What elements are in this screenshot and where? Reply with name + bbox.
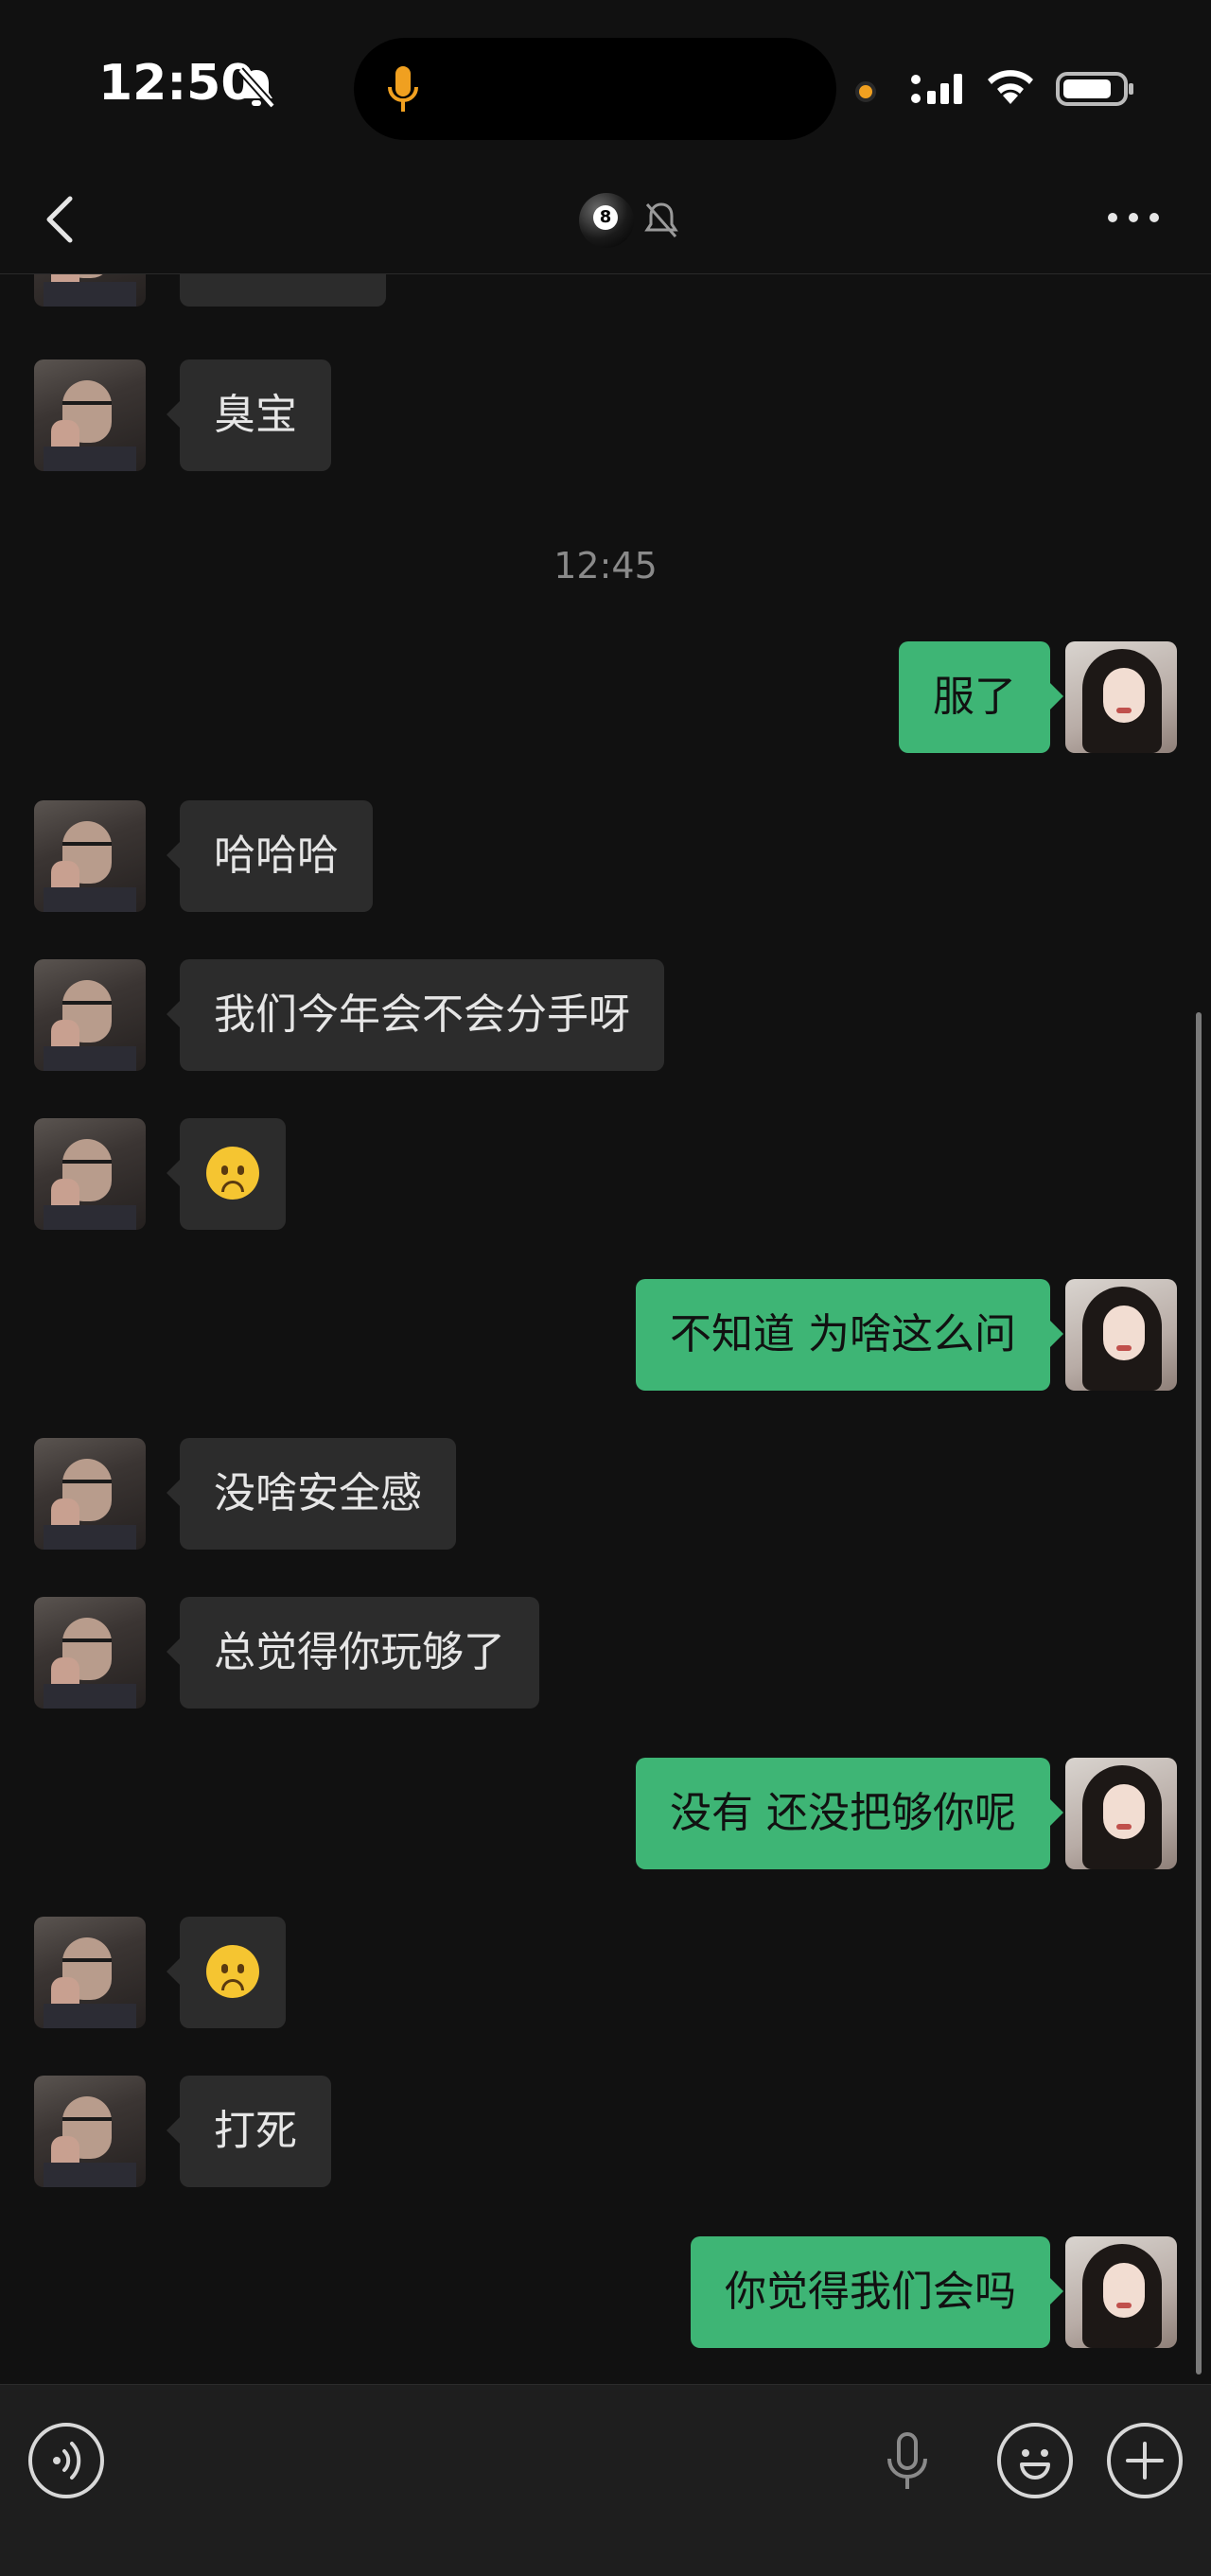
dynamic-island xyxy=(354,38,836,140)
my-avatar[interactable] xyxy=(1065,641,1177,753)
chat-timestamp: 12:45 xyxy=(553,545,658,587)
message-bubble[interactable]: 臭宝 xyxy=(167,359,331,471)
message-row: 没有 还没把够你呢 xyxy=(0,1758,1211,1871)
message-bubble[interactable]: 我们今年会不会分手呀 xyxy=(167,959,664,1071)
contact-avatar[interactable] xyxy=(34,1118,146,1230)
message-row: 打死 xyxy=(0,2076,1211,2189)
message-row-cut-off xyxy=(0,274,1211,308)
chat-muted-icon xyxy=(644,202,678,237)
sad-emoji-icon xyxy=(206,1945,259,1998)
signal-icon xyxy=(911,74,962,104)
message-bubble[interactable]: 总觉得你玩够了 xyxy=(167,1597,539,1709)
more-icon[interactable] xyxy=(1105,208,1162,227)
back-icon[interactable] xyxy=(42,191,79,248)
status-time: 12:50 xyxy=(98,55,255,112)
message-bubble-emoji[interactable] xyxy=(167,1917,286,2028)
message-row: 哈哈哈 xyxy=(0,800,1211,914)
contact-avatar[interactable] xyxy=(34,2076,146,2187)
chat-header: 8 xyxy=(0,170,1211,274)
emoji-button[interactable] xyxy=(997,2423,1073,2498)
plus-button[interactable] xyxy=(1107,2423,1183,2498)
my-avatar[interactable] xyxy=(1065,1279,1177,1391)
contact-avatar[interactable] xyxy=(34,359,146,471)
message-bubble[interactable]: 打死 xyxy=(167,2076,331,2187)
message-row: 总觉得你玩够了 xyxy=(0,1597,1211,1710)
emoji-icon xyxy=(1020,2449,1050,2480)
scrollbar[interactable] xyxy=(1196,1012,1202,2374)
plus-icon xyxy=(1126,2442,1164,2480)
message-bubble-cut-off xyxy=(180,274,386,307)
message-bubble[interactable]: 哈哈哈 xyxy=(167,800,373,912)
status-bar: 12:50 xyxy=(0,0,1211,170)
bell-muted-icon xyxy=(237,67,275,109)
message-row: 不知道 为啥这么问 xyxy=(0,1279,1211,1393)
sad-emoji-icon xyxy=(206,1147,259,1200)
message-row: 服了 xyxy=(0,641,1211,755)
voice-toggle-button[interactable] xyxy=(28,2423,104,2498)
my-avatar[interactable] xyxy=(1065,1758,1177,1869)
contact-avatar[interactable] xyxy=(34,274,146,307)
my-avatar[interactable] xyxy=(1065,2236,1177,2348)
message-row: 臭宝 xyxy=(0,359,1211,473)
message-row: 没啥安全感 xyxy=(0,1438,1211,1551)
battery-icon xyxy=(1056,72,1133,106)
contact-avatar[interactable] xyxy=(34,1438,146,1550)
message-list[interactable]: 臭宝 12:45 服了 哈哈哈 我们今年会不会分手呀 不知道 为啥这么问 没啥安… xyxy=(0,274,1211,2384)
message-row: 你觉得我们会吗 xyxy=(0,2236,1211,2350)
message-row xyxy=(0,1118,1211,1232)
input-bar xyxy=(0,2384,1211,2576)
eight-ball-label: 8 xyxy=(593,205,618,230)
mic-icon[interactable] xyxy=(884,2430,931,2493)
message-bubble[interactable]: 不知道 为啥这么问 xyxy=(636,1279,1063,1391)
wifi-icon xyxy=(988,70,1033,104)
message-bubble[interactable]: 服了 xyxy=(899,641,1063,753)
message-row xyxy=(0,1917,1211,2030)
message-bubble[interactable]: 你觉得我们会吗 xyxy=(691,2236,1063,2348)
eight-ball-icon: 8 xyxy=(579,193,634,248)
contact-avatar[interactable] xyxy=(34,1597,146,1709)
message-bubble-emoji[interactable] xyxy=(167,1118,286,1230)
voice-icon xyxy=(53,2442,81,2480)
privacy-indicator-dot xyxy=(855,81,876,102)
contact-avatar[interactable] xyxy=(34,1917,146,2028)
contact-avatar[interactable] xyxy=(34,959,146,1071)
message-bubble[interactable]: 没啥安全感 xyxy=(167,1438,456,1550)
mic-icon xyxy=(388,66,418,112)
contact-avatar[interactable] xyxy=(34,800,146,912)
message-bubble[interactable]: 没有 还没把够你呢 xyxy=(636,1758,1063,1869)
message-row: 我们今年会不会分手呀 xyxy=(0,959,1211,1073)
